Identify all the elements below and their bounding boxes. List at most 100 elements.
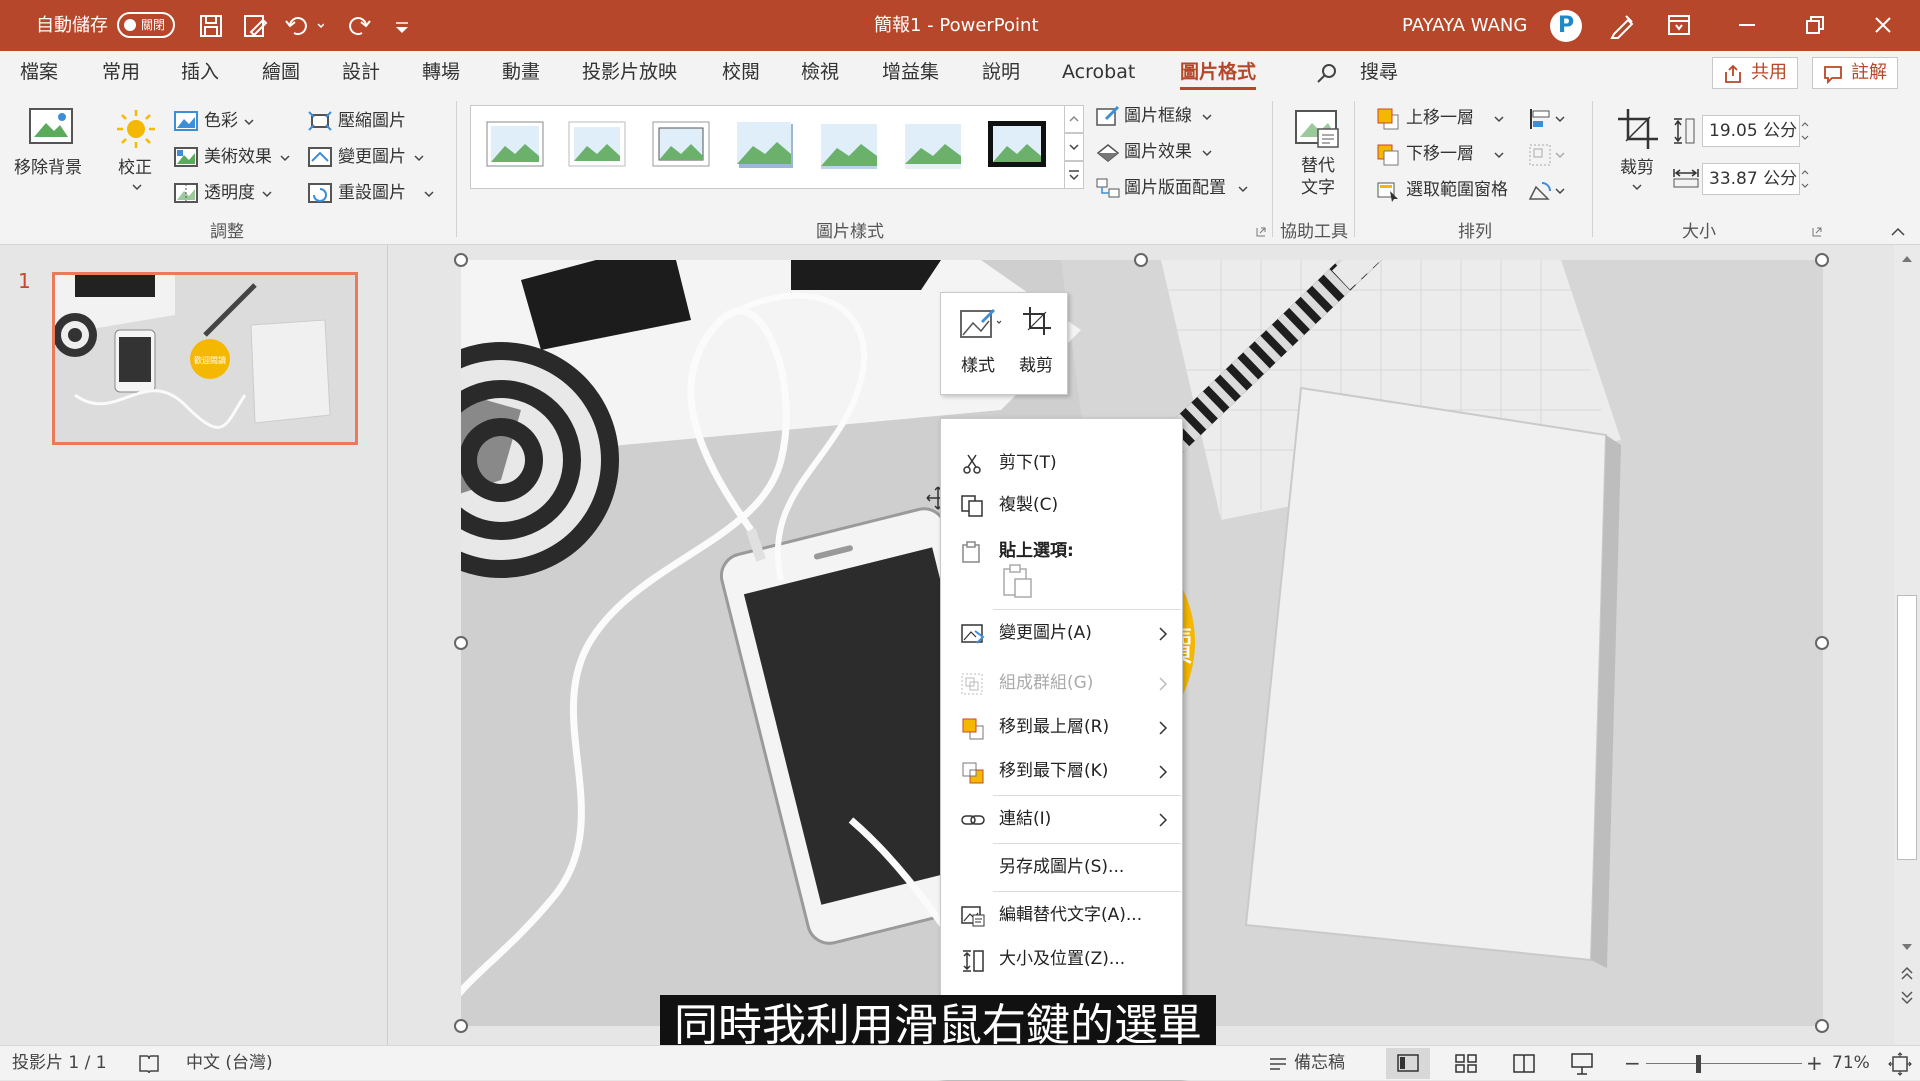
- menu-item-link[interactable]: 連結(I): [941, 799, 1182, 839]
- zoom-out-button[interactable]: −: [1624, 1046, 1641, 1081]
- tab-help[interactable]: 說明: [982, 51, 1020, 93]
- bring-forward-button[interactable]: 上移一層: [1406, 107, 1474, 129]
- scroll-thumb[interactable]: [1897, 595, 1917, 860]
- align-icon[interactable]: [1528, 107, 1568, 131]
- tab-slideshow[interactable]: 投影片放映: [582, 51, 677, 93]
- corrections-icon[interactable]: [114, 107, 158, 151]
- user-name[interactable]: PAYAYA WANG: [1402, 0, 1527, 51]
- picture-border-button[interactable]: 圖片框線: [1124, 105, 1192, 127]
- transparency-button[interactable]: 透明度: [204, 182, 255, 204]
- menu-item-save-as-picture[interactable]: 另存成圖片(S)...: [941, 847, 1182, 887]
- resize-handle[interactable]: [1815, 636, 1829, 650]
- style-thumbnail[interactable]: [903, 120, 963, 170]
- mini-style-button[interactable]: 樣式: [961, 351, 995, 376]
- crop-icon[interactable]: [1616, 107, 1660, 151]
- gallery-scroll-up[interactable]: [1064, 105, 1084, 133]
- style-thumbnail[interactable]: [987, 120, 1047, 170]
- style-thumbnail[interactable]: [651, 120, 711, 170]
- alt-text-button[interactable]: 替代 文字: [1298, 155, 1338, 199]
- tab-insert[interactable]: 插入: [181, 51, 219, 93]
- customize-qat-icon[interactable]: [392, 13, 418, 39]
- share-button[interactable]: 共用: [1712, 57, 1798, 89]
- corrections-button[interactable]: 校正: [118, 157, 152, 179]
- height-spinner[interactable]: [1800, 117, 1810, 145]
- color-button[interactable]: 色彩: [204, 110, 238, 132]
- comments-button[interactable]: 註解: [1812, 57, 1898, 89]
- width-input[interactable]: 33.87 公分: [1702, 163, 1800, 195]
- zoom-in-button[interactable]: +: [1806, 1046, 1823, 1081]
- reset-picture-button[interactable]: 重設圖片: [338, 182, 406, 204]
- resize-handle[interactable]: [1815, 253, 1829, 267]
- chevron-down-icon[interactable]: [1494, 151, 1504, 159]
- save-as-icon[interactable]: [242, 13, 268, 39]
- compress-pictures-button[interactable]: 壓縮圖片: [338, 110, 406, 132]
- accessibility-check-icon[interactable]: [138, 1053, 160, 1075]
- menu-item-bring-to-front[interactable]: 移到最上層(R): [941, 707, 1182, 747]
- mini-crop-icon[interactable]: [1021, 305, 1053, 337]
- chevron-down-icon[interactable]: [262, 190, 272, 198]
- resize-handle[interactable]: [454, 253, 468, 267]
- notes-button[interactable]: 備忘稿: [1294, 1046, 1345, 1081]
- change-picture-button[interactable]: 變更圖片: [338, 146, 406, 168]
- minimize-icon[interactable]: [1720, 0, 1774, 51]
- zoom-slider-thumb[interactable]: [1696, 1055, 1701, 1073]
- tab-view[interactable]: 檢視: [801, 51, 839, 93]
- alt-text-icon[interactable]: [1294, 109, 1340, 149]
- resize-handle[interactable]: [1134, 253, 1148, 267]
- collapse-ribbon-icon[interactable]: [1890, 227, 1906, 237]
- remove-background-button[interactable]: 移除背景: [14, 157, 82, 179]
- chevron-down-icon[interactable]: [1238, 185, 1248, 193]
- save-icon[interactable]: [198, 13, 224, 39]
- zoom-slider-track[interactable]: [1646, 1063, 1802, 1064]
- tab-picture-format[interactable]: 圖片格式: [1180, 51, 1257, 93]
- menu-item-group[interactable]: 組成群組(G): [941, 663, 1182, 703]
- style-thumbnail[interactable]: [735, 120, 795, 170]
- dialog-launcher-icon[interactable]: [1812, 227, 1822, 237]
- style-thumbnail[interactable]: [819, 120, 879, 170]
- selection-pane-button[interactable]: 選取範圍窗格: [1406, 179, 1508, 201]
- language-indicator[interactable]: 中文 (台灣): [186, 1046, 273, 1081]
- reading-view-icon[interactable]: [1502, 1048, 1546, 1079]
- tab-acrobat[interactable]: Acrobat: [1062, 51, 1135, 93]
- ribbon-display-icon[interactable]: [1652, 0, 1706, 51]
- zoom-level[interactable]: 71%: [1832, 1046, 1870, 1081]
- search-icon[interactable]: [1316, 62, 1338, 84]
- chevron-down-icon[interactable]: [1202, 149, 1212, 157]
- artistic-effects-button[interactable]: 美術效果: [204, 146, 272, 168]
- chevron-down-icon[interactable]: [1202, 113, 1212, 121]
- corrections-dropdown-icon[interactable]: [132, 183, 142, 191]
- style-thumbnail[interactable]: [485, 120, 545, 170]
- slideshow-icon[interactable]: [1560, 1048, 1604, 1079]
- fit-to-window-icon[interactable]: [1888, 1052, 1912, 1076]
- width-spinner[interactable]: [1800, 165, 1810, 193]
- chevron-down-icon[interactable]: [1494, 115, 1504, 123]
- menu-item-change-picture[interactable]: 變更圖片(A): [941, 613, 1182, 653]
- resize-handle[interactable]: [1815, 1019, 1829, 1033]
- slide-thumbnail[interactable]: 歡迎閱讀: [52, 272, 358, 445]
- chevron-down-icon[interactable]: [424, 190, 434, 198]
- menu-item-send-to-back[interactable]: 移到最下層(K): [941, 751, 1182, 791]
- gallery-more[interactable]: [1064, 161, 1084, 189]
- picture-effects-button[interactable]: 圖片效果: [1124, 141, 1192, 163]
- gallery-scroll-down[interactable]: [1064, 133, 1084, 161]
- pen-icon[interactable]: [1608, 12, 1636, 40]
- tab-addins[interactable]: 增益集: [882, 51, 939, 93]
- height-input[interactable]: 19.05 公分: [1702, 115, 1800, 147]
- redo-icon[interactable]: [346, 13, 372, 39]
- tab-animations[interactable]: 動畫: [502, 51, 540, 93]
- vertical-scrollbar[interactable]: [1894, 245, 1920, 1045]
- send-backward-button[interactable]: 下移一層: [1406, 143, 1474, 165]
- scroll-down-icon[interactable]: [1898, 939, 1916, 955]
- crop-button[interactable]: 裁剪: [1620, 157, 1654, 179]
- menu-item-edit-alt-text[interactable]: 編輯替代文字(A)...: [941, 895, 1182, 935]
- slide-sorter-icon[interactable]: [1444, 1048, 1488, 1079]
- scroll-up-icon[interactable]: [1898, 251, 1916, 267]
- paste-picture-icon[interactable]: [1001, 563, 1035, 599]
- remove-background-icon[interactable]: [28, 107, 74, 147]
- picture-layout-button[interactable]: 圖片版面配置: [1124, 177, 1226, 199]
- undo-icon[interactable]: [284, 13, 324, 39]
- previous-slide-icon[interactable]: [1898, 965, 1916, 983]
- dialog-launcher-icon[interactable]: [1256, 227, 1266, 237]
- menu-item-cut[interactable]: 剪下(T): [941, 443, 1182, 483]
- rotate-icon[interactable]: [1528, 179, 1568, 203]
